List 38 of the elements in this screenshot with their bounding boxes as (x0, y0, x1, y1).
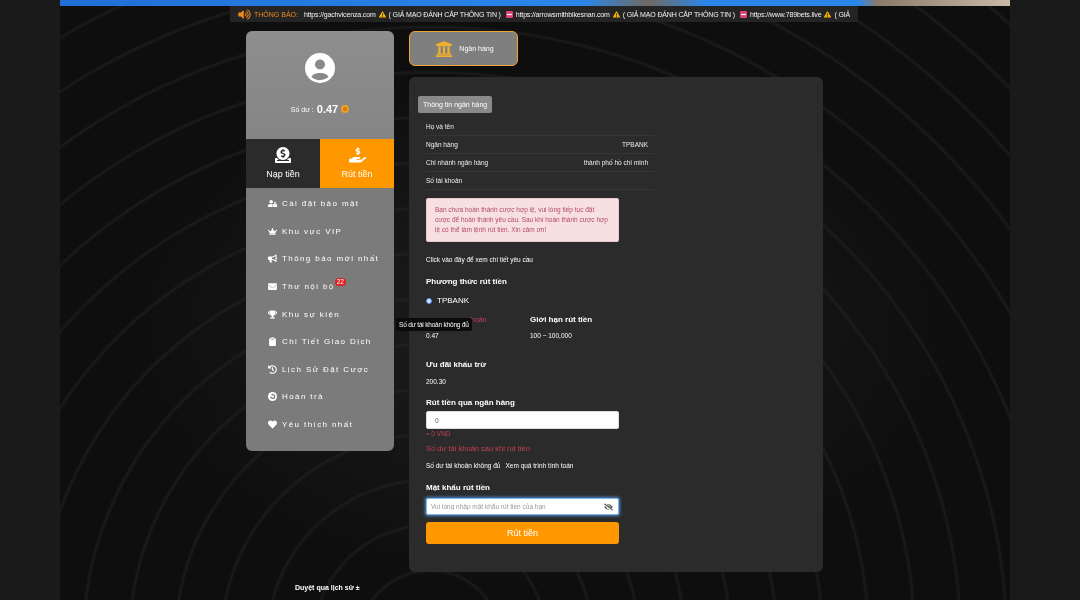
crown-icon (268, 226, 277, 236)
menu-item[interactable]: Thông báo mới nhất (246, 245, 394, 273)
warning-icon (824, 10, 832, 18)
wallet-tab[interactable]: Rút tiền (320, 139, 394, 188)
menu-item[interactable]: Lịch Sử Đặt Cược (246, 355, 394, 384)
menu-item[interactable]: Hoàn trả (246, 383, 394, 411)
section-title: Rút tiền qua ngân hàng (426, 398, 515, 408)
avatar-icon (305, 53, 335, 83)
speaker-icon (238, 8, 251, 20)
section-title: Ưu đãi khấu trừ (426, 360, 486, 370)
coin-icon (341, 105, 350, 113)
user-lock-icon (268, 199, 277, 209)
megaphone-icon (268, 254, 277, 264)
history-icon (268, 364, 277, 374)
warning-icon (612, 10, 620, 18)
stat-label: Giới hạn rút tiền (530, 315, 593, 324)
circle-arrow-icon (268, 392, 277, 402)
menu-item[interactable]: Cài đặt bảo mật (246, 190, 394, 218)
radio-option[interactable]: TPBANK (426, 296, 469, 306)
clipboard-icon (268, 337, 277, 347)
section-title: Phương thức rút tiền (426, 277, 507, 287)
sign-icon (505, 10, 513, 18)
heart-icon (268, 420, 277, 430)
withdraw-button[interactable]: Rút tiền (426, 522, 619, 544)
balance-value: 0.47 (316, 103, 339, 115)
menu-item[interactable]: Khu vực VIP (246, 217, 394, 246)
eye-off-icon[interactable] (604, 502, 613, 511)
menu-item[interactable]: Chi Tiết Giao Dịch (246, 327, 394, 356)
warning-icon (378, 10, 386, 18)
menu-item[interactable]: Khu sự kiện (246, 300, 394, 328)
mail-icon (268, 282, 277, 292)
section-title: Mật khẩu rút tiền (426, 483, 490, 493)
sign-icon (739, 10, 747, 18)
hand-dollar-icon (348, 147, 366, 163)
trophy-icon (268, 309, 277, 319)
menu-item[interactable]: Yêu thích nhất (246, 410, 394, 439)
coin-tray-icon (275, 147, 291, 163)
wallet-tab[interactable]: Nạp tiền (246, 139, 320, 188)
